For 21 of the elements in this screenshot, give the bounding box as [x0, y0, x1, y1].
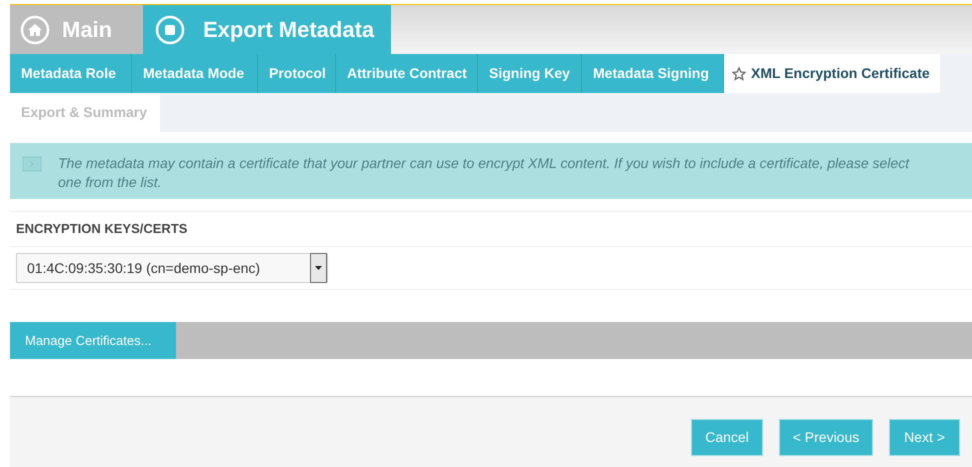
home-icon	[20, 14, 50, 44]
star-icon	[732, 66, 746, 80]
wizard-step-tab[interactable]: XML Encryption Certificate	[724, 54, 940, 93]
wizard-step-tab[interactable]: Protocol	[258, 54, 336, 93]
certificate-dropdown[interactable]: 01:4C:09:35:30:19 (cn=demo-sp-enc)	[16, 253, 328, 283]
footer-button[interactable]: Next >	[889, 419, 960, 456]
info-message: The metadata may contain a certificate that your partner can use to encrypt XML content. If you wish to include a certificate, please select one from the list.	[58, 154, 910, 192]
footer-button[interactable]: < Previous	[779, 419, 873, 456]
field-label: ENCRYPTION KEYS/CERTS	[16, 220, 188, 238]
stop-icon	[155, 14, 185, 44]
wizard-step-tab[interactable]: Metadata Signing	[582, 54, 724, 93]
wizard-step-tab[interactable]: Metadata Role	[10, 54, 132, 93]
header-tab[interactable]: Export Metadata	[143, 5, 391, 54]
info-icon	[22, 156, 42, 172]
wizard-step-tab[interactable]: Attribute Contract	[336, 54, 478, 93]
wizard-step-tab[interactable]: Signing Key	[478, 54, 582, 93]
wizard-step-tab[interactable]: Metadata Mode	[132, 54, 258, 93]
header-tab[interactable]: Main	[10, 5, 143, 54]
manage-certificates-button[interactable]: Manage Certificates...	[10, 322, 176, 359]
caret-icon	[310, 253, 327, 283]
footer-button[interactable]: Cancel	[691, 419, 763, 456]
